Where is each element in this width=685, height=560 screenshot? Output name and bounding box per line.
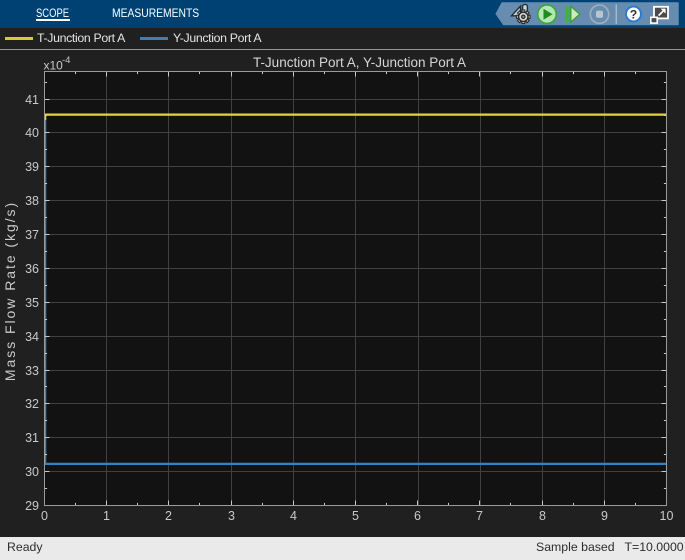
svg-text:37: 37 bbox=[25, 228, 39, 242]
svg-text:33: 33 bbox=[25, 364, 39, 378]
svg-text:5: 5 bbox=[352, 509, 359, 523]
svg-text:6: 6 bbox=[414, 509, 421, 523]
svg-text:31: 31 bbox=[25, 431, 39, 445]
svg-text:8: 8 bbox=[539, 509, 546, 523]
svg-text:10: 10 bbox=[660, 509, 674, 523]
svg-text:40: 40 bbox=[25, 126, 39, 140]
svg-text:9: 9 bbox=[601, 509, 608, 523]
svg-text:-4: -4 bbox=[62, 55, 70, 66]
svg-text:34: 34 bbox=[25, 330, 39, 344]
svg-text:1: 1 bbox=[103, 509, 110, 523]
svg-text:2: 2 bbox=[165, 509, 172, 523]
svg-text:0: 0 bbox=[41, 509, 48, 523]
svg-text:38: 38 bbox=[25, 194, 39, 208]
svg-text:35: 35 bbox=[25, 296, 39, 310]
svg-text:29: 29 bbox=[25, 499, 39, 513]
svg-text:30: 30 bbox=[25, 465, 39, 479]
svg-text:7: 7 bbox=[476, 509, 483, 523]
svg-text:?: ? bbox=[630, 7, 637, 21]
svg-text:41: 41 bbox=[25, 93, 39, 107]
svg-text:4: 4 bbox=[290, 509, 297, 523]
svg-text:x10: x10 bbox=[44, 59, 64, 73]
svg-text:T-Junction Port A, Y-Junction: T-Junction Port A, Y-Junction Port A bbox=[253, 55, 466, 70]
svg-text:32: 32 bbox=[25, 397, 39, 411]
svg-text:Mass Flow Rate (kg/s): Mass Flow Rate (kg/s) bbox=[2, 201, 18, 381]
svg-text:3: 3 bbox=[228, 509, 235, 523]
svg-text:36: 36 bbox=[25, 262, 39, 276]
svg-text:39: 39 bbox=[25, 160, 39, 174]
